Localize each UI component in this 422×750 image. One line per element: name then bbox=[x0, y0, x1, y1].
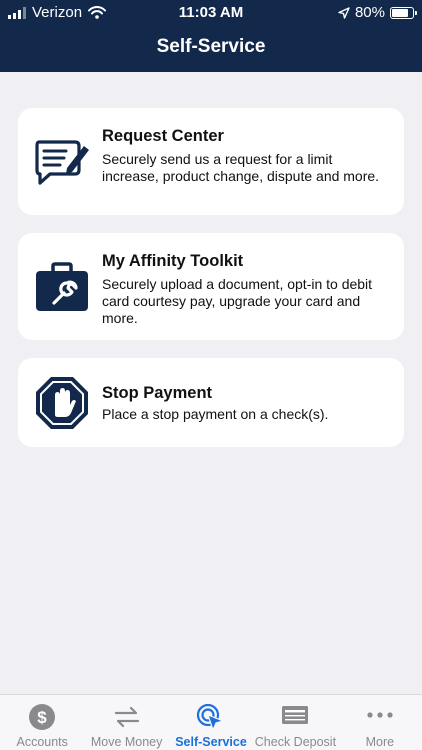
affinity-toolkit-card[interactable]: My Affinity Toolkit Securely upload a do… bbox=[18, 233, 404, 340]
card-title: Request Center bbox=[102, 127, 224, 145]
card-title: My Affinity Toolkit bbox=[102, 252, 244, 270]
card-description: Place a stop payment on a check(s). bbox=[102, 406, 329, 422]
tab-check-deposit[interactable]: Check Deposit bbox=[253, 695, 337, 750]
card-description: Securely upload a document, opt-in to de… bbox=[102, 276, 373, 326]
card-description: Securely send us a request for a limit i… bbox=[102, 151, 380, 184]
more-dots-icon bbox=[365, 703, 395, 732]
svg-text:$: $ bbox=[37, 708, 47, 727]
battery-icon bbox=[390, 6, 417, 19]
tab-label: Move Money bbox=[90, 735, 163, 749]
request-center-card[interactable]: Request Center Securely send us a reques… bbox=[18, 108, 404, 215]
status-bar: Verizon 11:03 AM 80% bbox=[0, 0, 422, 26]
dollar-coin-icon: $ bbox=[28, 703, 56, 736]
location-icon bbox=[338, 6, 350, 19]
toolbox-icon bbox=[34, 261, 90, 318]
tab-more[interactable]: More bbox=[338, 695, 422, 750]
tab-label: Check Deposit bbox=[254, 735, 337, 749]
stop-payment-card[interactable]: Stop Payment Place a stop payment on a c… bbox=[18, 358, 404, 447]
tab-accounts[interactable]: $ Accounts bbox=[0, 695, 84, 750]
stop-hand-icon bbox=[34, 375, 90, 436]
cursor-click-icon bbox=[196, 703, 226, 738]
tab-move-money[interactable]: Move Money bbox=[84, 695, 168, 750]
edit-document-icon bbox=[34, 138, 92, 193]
tab-self-service[interactable]: Self-Service bbox=[169, 695, 253, 750]
tab-label: Self-Service bbox=[175, 735, 247, 749]
page-title: Self-Service bbox=[156, 36, 266, 57]
transfer-arrows-icon bbox=[112, 703, 142, 736]
tab-label: Accounts bbox=[16, 735, 68, 749]
battery-percent: 80% bbox=[354, 4, 385, 21]
tab-label: More bbox=[365, 735, 395, 749]
card-title: Stop Payment bbox=[102, 384, 213, 402]
check-icon bbox=[281, 703, 309, 732]
app-header: Verizon 11:03 AM 80% Self-Service bbox=[0, 0, 422, 72]
tab-bar: $ Accounts Move Money Self-Service Check… bbox=[0, 694, 422, 750]
